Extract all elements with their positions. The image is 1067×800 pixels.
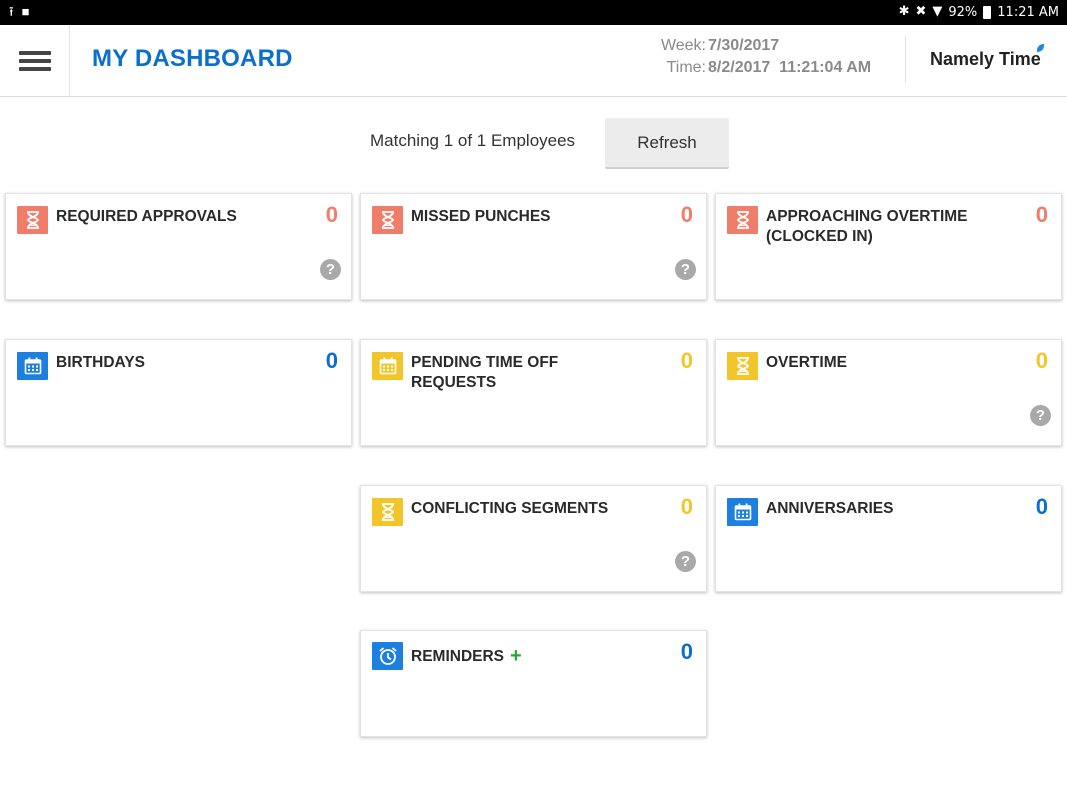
wifi-icon: ▼ <box>932 4 943 19</box>
date-info: Week: 7/30/2017 Time: 8/2/2017 11:21:04 … <box>640 37 890 81</box>
card-count: 0 <box>1035 202 1048 227</box>
status-bar: ⭱ ■ ✱ ✖ ▼ 92% 11:21 AM <box>0 0 1067 25</box>
hourglass-icon <box>372 206 403 234</box>
hamburger-icon <box>18 47 51 75</box>
card-label-wrap: REMINDERS + <box>411 646 641 667</box>
add-reminder-button[interactable]: + <box>510 645 522 667</box>
hourglass-icon <box>727 206 758 234</box>
divider <box>905 35 906 83</box>
calendar-icon <box>727 498 758 526</box>
card-label: PENDING TIME OFF REQUESTS <box>411 354 559 391</box>
card-count: 0 <box>325 348 338 373</box>
mute-icon: ✖ <box>915 4 927 19</box>
time-value: 8/2/2017 11:21:04 AM <box>708 59 872 76</box>
card-overtime[interactable]: OVERTIME 0 ? <box>715 339 1062 446</box>
hourglass-icon <box>17 206 48 234</box>
upload-icon: ⭱ <box>9 4 14 19</box>
card-pending-time-off[interactable]: PENDING TIME OFF REQUESTS 0 <box>360 339 707 446</box>
help-icon[interactable]: ? <box>675 259 696 280</box>
refresh-button[interactable]: Refresh <box>605 118 729 169</box>
week-label: Week: <box>660 37 706 54</box>
card-label: OVERTIME <box>766 354 847 371</box>
card-count: 0 <box>680 639 693 664</box>
help-icon[interactable]: ? <box>1030 405 1051 426</box>
brand-logo: Namely Time <box>930 49 1041 69</box>
help-icon[interactable]: ? <box>675 551 696 572</box>
clock: 11:21 AM <box>997 4 1059 20</box>
page-title: MY DASHBOARD <box>92 45 293 72</box>
app-header: MY DASHBOARD Week: 7/30/2017 Time: 8/2/2… <box>0 25 1067 97</box>
card-label: MISSED PUNCHES <box>411 208 551 225</box>
card-count: 0 <box>325 202 338 227</box>
card-label: APPROACHING OVERTIME (CLOCKED IN) <box>766 208 968 245</box>
card-count: 0 <box>1035 494 1048 519</box>
battery-icon <box>983 5 992 19</box>
card-label: BIRTHDAYS <box>56 354 145 371</box>
card-count: 0 <box>1035 348 1048 373</box>
bluetooth-icon: ✱ <box>898 4 910 19</box>
card-count: 0 <box>680 348 693 373</box>
calendar-icon <box>372 352 403 380</box>
flipboard-icon: ■ <box>21 4 30 19</box>
card-conflicting-segments[interactable]: CONFLICTING SEGMENTS 0 ? <box>360 485 707 592</box>
card-approaching-overtime[interactable]: APPROACHING OVERTIME (CLOCKED IN) 0 <box>715 193 1062 300</box>
card-label: CONFLICTING SEGMENTS <box>411 500 609 517</box>
calendar-icon <box>17 352 48 380</box>
card-count: 0 <box>680 494 693 519</box>
card-count: 0 <box>680 202 693 227</box>
card-label: REQUIRED APPROVALS <box>56 208 237 225</box>
card-reminders[interactable]: REMINDERS + 0 <box>360 630 707 737</box>
menu-button[interactable] <box>0 25 70 96</box>
card-missed-punches[interactable]: MISSED PUNCHES 0 ? <box>360 193 707 300</box>
card-label: ANNIVERSARIES <box>766 500 894 517</box>
card-label: REMINDERS <box>411 648 505 665</box>
alarm-clock-icon <box>372 642 403 670</box>
time-label: Time: <box>666 59 706 76</box>
help-icon[interactable]: ? <box>320 259 341 280</box>
week-value: 7/30/2017 <box>708 37 780 54</box>
card-birthdays[interactable]: BIRTHDAYS 0 <box>5 339 352 446</box>
hourglass-icon <box>372 498 403 526</box>
hourglass-icon <box>727 352 758 380</box>
leaf-icon <box>1035 43 1046 53</box>
card-required-approvals[interactable]: REQUIRED APPROVALS 0 ? <box>5 193 352 300</box>
card-anniversaries[interactable]: ANNIVERSARIES 0 <box>715 485 1062 592</box>
matching-employees-text: Matching 1 of 1 Employees <box>370 131 576 150</box>
battery-percent: 92% <box>948 4 978 20</box>
